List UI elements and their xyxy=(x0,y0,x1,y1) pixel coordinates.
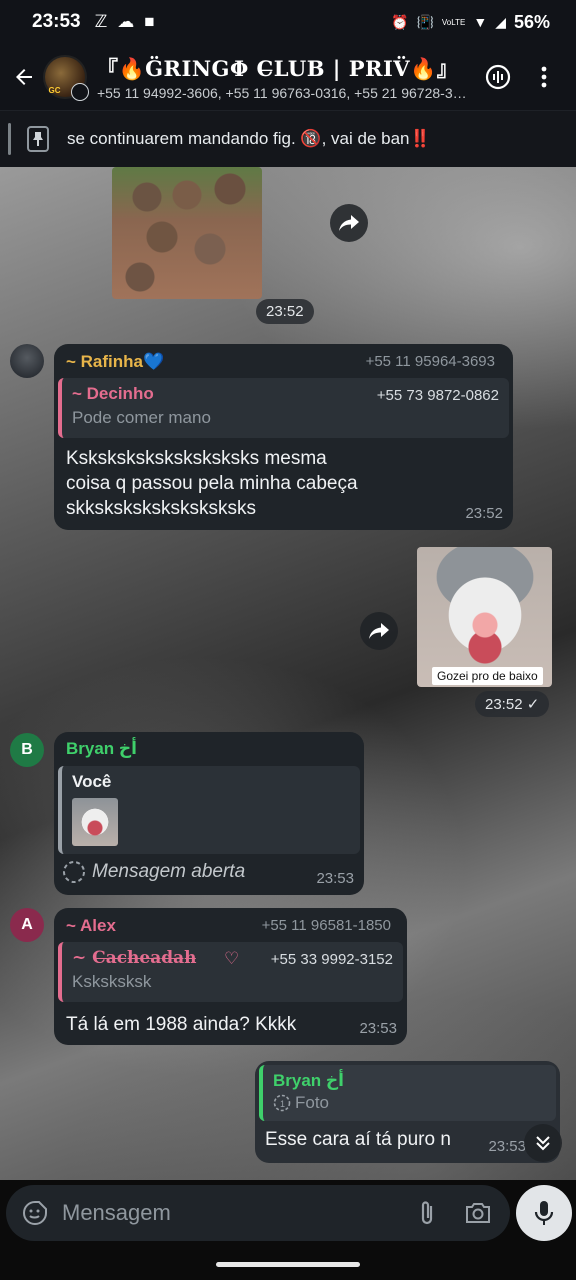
sender-name[interactable]: ~ Rafinha💙 xyxy=(66,352,164,372)
message-text: Ksksksksksksksksksks mesma coisa q passo… xyxy=(66,448,358,519)
sent-check-icon: ✓ xyxy=(526,696,540,713)
reply-sender-name: Bryan أخ xyxy=(273,1071,345,1090)
message-time: 23:53 xyxy=(359,1020,397,1037)
message-time: 23:53 xyxy=(488,1138,526,1155)
cloud-icon: ☁ xyxy=(117,12,135,31)
reply-sender-name: Você xyxy=(72,772,112,791)
sender-name[interactable]: Bryan أخ xyxy=(66,739,137,759)
view-once-icon xyxy=(63,861,85,883)
message-time: 23:53 xyxy=(316,870,354,887)
reply-sender-name: ~ C̶a̶c̶h̶e̶a̶d̶a̶h̶ xyxy=(72,948,197,968)
chat-area[interactable]: 23:52 ~ Rafinha💙 +55 11 95964-3693 ~ Dec… xyxy=(0,167,576,1180)
message-input[interactable] xyxy=(62,1200,362,1226)
microphone-icon xyxy=(534,1201,554,1225)
avatar[interactable]: B xyxy=(10,733,44,767)
message-bubble[interactable]: Bryan أخ 1 Foto Esse cara aí tá puro n 2… xyxy=(255,1061,560,1163)
sender-phone: +55 11 95964-3693 xyxy=(365,353,495,370)
reply-heart: ♡ xyxy=(224,949,240,968)
home-gesture-handle[interactable] xyxy=(216,1262,360,1267)
group-title: 『🔥G̈RINGΦ C̶LUB | PRIV̈🔥』 xyxy=(96,56,459,81)
message-input-box[interactable] xyxy=(6,1185,510,1241)
navigation-bar xyxy=(0,1246,576,1280)
group-participants: +55 11 94992-3606, +55 11 96763-0316, +5… xyxy=(96,85,467,101)
message-time-status: 23:52 ✓ xyxy=(475,691,550,717)
svg-text:1: 1 xyxy=(280,1099,285,1109)
reply-sender-phone: +55 33 9992-3152 xyxy=(270,951,393,968)
reply-preview[interactable]: ~ C̶a̶c̶h̶e̶a̶d̶a̶h̶ ♡ +55 33 9992-3152 … xyxy=(58,942,403,1002)
reply-sender-phone: +55 73 9872-0862 xyxy=(376,387,499,404)
sticker-image[interactable] xyxy=(417,547,552,687)
sender-phone: +55 11 96581-1850 xyxy=(261,917,391,934)
status-time: 23:53 xyxy=(32,11,81,32)
reply-preview[interactable]: ~ Decinho +55 73 9872-0862 Pode comer ma… xyxy=(58,378,509,438)
sender-name[interactable]: ~ Alex xyxy=(66,916,116,936)
reply-text: Ksksksksk xyxy=(72,972,152,991)
message-bubble[interactable]: ~ Rafinha💙 +55 11 95964-3693 ~ Decinho +… xyxy=(54,344,513,530)
reply-preview[interactable]: Você xyxy=(58,766,360,854)
forward-button[interactable] xyxy=(330,204,368,242)
reply-thumbnail xyxy=(72,798,118,846)
chat-header: GC 『🔥G̈RINGΦ C̶LUB | PRIV̈🔥』 +55 11 9499… xyxy=(0,44,576,110)
header-text[interactable]: 『🔥G̈RINGΦ C̶LUB | PRIV̈🔥』 +55 11 94992-3… xyxy=(97,53,482,101)
camera-icon[interactable] xyxy=(460,1198,496,1228)
sticker-icon[interactable] xyxy=(20,1198,50,1228)
battery-level: 56% xyxy=(513,11,550,32)
message-text: Esse cara aí tá puro n xyxy=(265,1129,451,1150)
reply-preview[interactable]: Bryan أخ 1 Foto xyxy=(259,1065,556,1121)
app-notification-icon: ℤ xyxy=(94,12,108,31)
status-bar: 23:53 ℤ ☁ ■ ⏰ 📳 VoLTE ▼ ◢ 56% xyxy=(0,0,576,44)
reply-text: 1 Foto xyxy=(273,1093,546,1113)
pin-icon xyxy=(23,124,53,154)
pinned-text: se continuarem mandando fig. 🔞, vai de b… xyxy=(67,129,431,148)
composer xyxy=(0,1180,576,1246)
alarm-icon: ⏰ xyxy=(391,13,409,30)
reply-text: Pode comer mano xyxy=(72,408,211,427)
app-square-icon: ■ xyxy=(144,12,155,31)
group-avatar[interactable]: GC xyxy=(43,55,89,101)
disappearing-timer-icon xyxy=(70,83,89,101)
pinned-message-bar[interactable]: se continuarem mandando fig. 🔞, vai de b… xyxy=(0,110,576,167)
reply-sender-name: ~ Decinho xyxy=(72,384,154,403)
avatar[interactable]: A xyxy=(10,908,44,942)
microphone-button[interactable] xyxy=(516,1185,572,1241)
back-arrow-icon[interactable] xyxy=(4,57,43,97)
attach-icon[interactable] xyxy=(412,1198,442,1228)
message-bubble[interactable]: Bryan أخ Você Mensagem aberta 23:53 xyxy=(54,732,364,895)
signal-icon: ◢ xyxy=(495,13,506,30)
more-options-icon[interactable] xyxy=(528,61,560,93)
message-text: Tá lá em 1988 ainda? Kkkk xyxy=(66,1014,297,1035)
view-once-icon: 1 xyxy=(273,1094,291,1112)
volte-icon: VoLTE xyxy=(441,17,466,27)
message-time: 23:52 xyxy=(256,299,314,324)
sticker-image[interactable] xyxy=(112,167,262,299)
voice-chat-icon[interactable] xyxy=(482,61,514,93)
message-bubble[interactable]: ~ Alex +55 11 96581-1850 ~ C̶a̶c̶h̶e̶a̶d… xyxy=(54,908,407,1045)
sticker-caption: Gozei pro de baixo xyxy=(432,667,543,685)
wifi-icon: ▼ xyxy=(473,14,488,30)
message-time: 23:52 xyxy=(465,505,503,522)
avatar-logo: GC xyxy=(48,86,61,95)
forward-button[interactable] xyxy=(360,612,398,650)
scroll-down-button[interactable] xyxy=(524,1124,562,1162)
view-once-status: Mensagem aberta xyxy=(62,860,245,884)
pinned-indicator xyxy=(8,123,11,155)
avatar[interactable] xyxy=(10,344,44,378)
vibrate-icon: 📳 xyxy=(416,13,434,30)
